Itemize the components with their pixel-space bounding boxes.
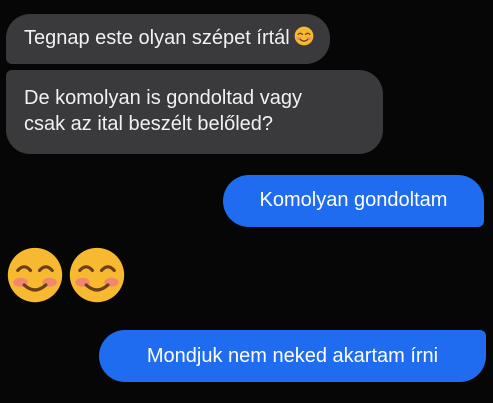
message-bubble-received[interactable]: Tegnap este olyan szépet írtál: [6, 14, 330, 64]
smiling-face-emoji-icon: [294, 26, 314, 53]
message-text-line: csak az ital beszélt belőled?: [24, 113, 274, 135]
smiling-face-emoji-icon[interactable]: [6, 246, 64, 304]
message-text-line: De komolyan is gondoltad vagy: [24, 87, 302, 109]
message-text: Tegnap este olyan szépet írtál: [24, 27, 290, 49]
message-bubble-received[interactable]: De komolyan is gondoltad vagy csak az it…: [6, 70, 383, 154]
smiling-face-emoji-icon[interactable]: [68, 246, 126, 304]
message-text: Komolyan gondoltam: [259, 189, 448, 211]
message-text: Mondjuk nem neked akartam írni: [146, 345, 439, 367]
message-bubble-sent[interactable]: Komolyan gondoltam: [223, 175, 484, 227]
message-bubble-sent[interactable]: Mondjuk nem neked akartam írni: [99, 330, 486, 382]
